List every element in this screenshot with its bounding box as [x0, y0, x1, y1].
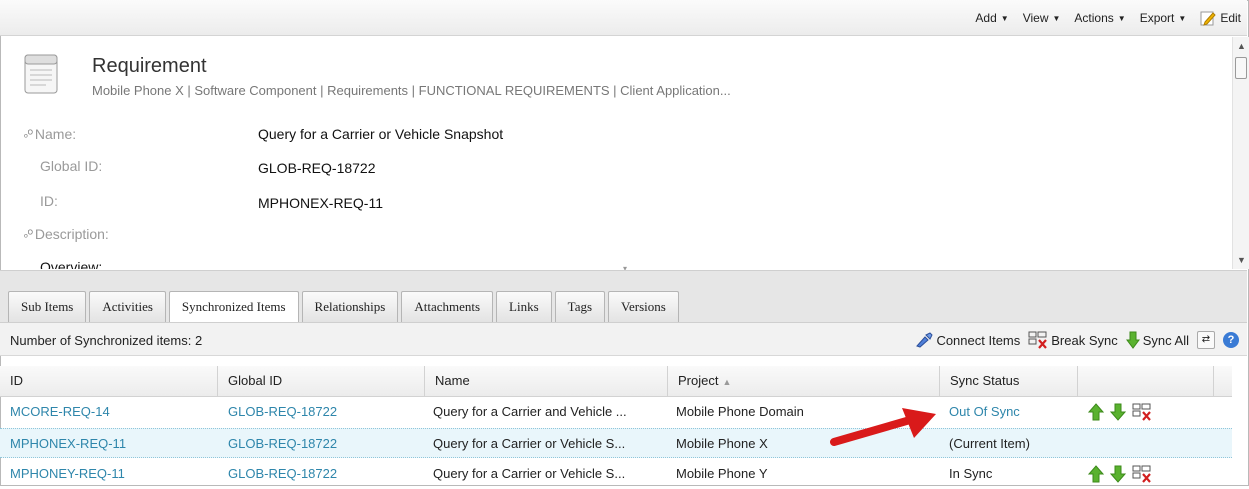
item-detail-panel: Requirement Mobile Phone X | Software Co… [0, 37, 1247, 269]
table-header-row: ID Global ID Name Project ▲ Sync Status [0, 366, 1232, 397]
caret-down-icon: ▼ [1052, 13, 1061, 23]
sort-ascending-icon: ▲ [722, 377, 732, 387]
tab-bar: Sub Items Activities Synchronized Items … [0, 270, 1247, 323]
top-toolbar: Add ▼ View ▼ Actions ▼ Export ▼ Edit [0, 0, 1247, 36]
description-label: ₒᴼ Description: [24, 226, 109, 242]
column-header-operations [1078, 366, 1214, 396]
table-row[interactable]: MCORE-REQ-14 GLOB-REQ-18722 Query for a … [0, 397, 1232, 427]
connect-items-button[interactable]: Connect Items [915, 332, 1020, 348]
name-label: ₒᴼ Name: [24, 126, 76, 142]
scroll-down-icon[interactable]: ▼ [1237, 255, 1246, 265]
row-id-link[interactable]: MPHONEY-REQ-11 [0, 459, 218, 489]
detail-scrollbar[interactable]: ▲ ▼ [1232, 37, 1249, 269]
global-id-value: GLOB-REQ-18722 [258, 160, 376, 176]
break-sync-button[interactable]: Break Sync [1028, 331, 1118, 349]
connect-items-label: Connect Items [936, 332, 1021, 348]
scroll-up-icon[interactable]: ▲ [1237, 41, 1246, 51]
row-global-id-link[interactable]: GLOB-REQ-18722 [218, 397, 425, 427]
tab-synchronized-items[interactable]: Synchronized Items [168, 291, 299, 323]
pull-down-arrow-icon[interactable] [1110, 465, 1126, 483]
name-value: Query for a Carrier or Vehicle Snapshot [258, 126, 504, 142]
row-sync-status: In Sync [949, 466, 993, 481]
edit-button[interactable]: Edit [1200, 10, 1241, 26]
column-header-project[interactable]: Project ▲ [668, 366, 940, 396]
view-menu[interactable]: View ▼ [1023, 10, 1061, 26]
sync-all-label: Sync All [1142, 332, 1189, 348]
item-type-title: Requirement [92, 55, 207, 77]
add-menu-label: Add [975, 11, 997, 25]
row-global-id-link[interactable]: GLOB-REQ-18722 [218, 429, 425, 459]
caret-down-icon: ▼ [1000, 13, 1009, 23]
tab-versions[interactable]: Versions [608, 291, 679, 322]
column-header-global-id[interactable]: Global ID [218, 366, 425, 396]
description-label-text: Description: [34, 226, 109, 242]
break-sync-label: Break Sync [1051, 332, 1118, 348]
tab-relationships[interactable]: Relationships [301, 291, 399, 322]
row-sync-status-link[interactable]: Out Of Sync [940, 397, 1078, 427]
view-menu-label: View [1022, 11, 1049, 25]
column-header-sync-status[interactable]: Sync Status [940, 366, 1078, 396]
row-id-link[interactable]: MCORE-REQ-14 [0, 397, 218, 427]
id-label: ID: [40, 193, 58, 209]
pull-down-arrow-icon[interactable] [1110, 403, 1126, 421]
table-row[interactable]: MPHONEY-REQ-11 GLOB-REQ-18722 Query for … [0, 459, 1232, 489]
row-operations [1078, 429, 1214, 459]
row-name: Query for a Carrier or Vehicle S... [433, 436, 626, 451]
table-row-current[interactable]: MPHONEX-REQ-11 GLOB-REQ-18722 Query for … [0, 428, 1232, 458]
help-icon[interactable]: ? [1223, 332, 1239, 348]
id-value: MPHONEX-REQ-11 [258, 195, 383, 211]
add-menu[interactable]: Add ▼ [975, 10, 1008, 26]
project-header-label: Project [678, 373, 719, 388]
plug-icon [916, 332, 934, 348]
row-global-id-link[interactable]: GLOB-REQ-18722 [218, 459, 425, 489]
global-id-label: Global ID: [40, 158, 103, 174]
actions-menu[interactable]: Actions ▼ [1074, 10, 1125, 26]
row-name: Query for a Carrier and Vehicle ... [433, 404, 627, 419]
link-icon: ₒᴼ [24, 229, 33, 240]
actions-menu-label: Actions [1074, 11, 1114, 25]
tab-sub-items[interactable]: Sub Items [8, 291, 87, 322]
caret-down-icon: ▼ [1117, 13, 1126, 23]
row-name: Query for a Carrier or Vehicle S... [433, 466, 626, 481]
sync-all-button[interactable]: Sync All [1125, 331, 1189, 349]
tab-activities[interactable]: Activities [89, 291, 166, 322]
tab-links[interactable]: Links [496, 291, 552, 322]
name-label-text: Name: [34, 126, 77, 142]
push-up-arrow-icon[interactable] [1088, 465, 1104, 483]
column-header-id[interactable]: ID [0, 366, 218, 396]
column-header-name[interactable]: Name [425, 366, 668, 396]
breadcrumb: Mobile Phone X | Software Component | Re… [92, 83, 731, 98]
down-arrow-icon [1125, 331, 1140, 349]
sync-toolbar: Number of Synchronized items: 2 Connect … [0, 322, 1247, 356]
export-menu[interactable]: Export ▼ [1140, 10, 1187, 26]
edit-label: Edit [1220, 11, 1241, 25]
break-sync-icon [1028, 331, 1048, 349]
tab-tags[interactable]: Tags [554, 291, 606, 322]
export-menu-label: Export [1139, 11, 1175, 25]
scroll-thumb[interactable] [1235, 57, 1247, 79]
break-sync-icon[interactable] [1132, 465, 1152, 483]
sync-count-text: Number of Synchronized items: 2 [10, 333, 203, 348]
push-up-arrow-icon[interactable] [1088, 403, 1104, 421]
annotation-arrow-icon [830, 408, 936, 446]
requirement-icon [24, 54, 58, 94]
row-sync-status: (Current Item) [949, 436, 1030, 451]
description-heading: Overview: [40, 259, 103, 269]
tab-attachments[interactable]: Attachments [401, 291, 494, 322]
pencil-icon [1200, 11, 1216, 26]
row-id-link[interactable]: MPHONEX-REQ-11 [0, 429, 218, 459]
refresh-button[interactable]: ⇄ [1197, 331, 1215, 349]
row-project: Mobile Phone Y [676, 466, 768, 481]
row-operations [1078, 397, 1214, 427]
link-icon: ₒᴼ [24, 129, 33, 140]
caret-down-icon: ▼ [1178, 13, 1187, 23]
break-sync-icon[interactable] [1132, 403, 1152, 421]
row-operations [1078, 459, 1214, 489]
